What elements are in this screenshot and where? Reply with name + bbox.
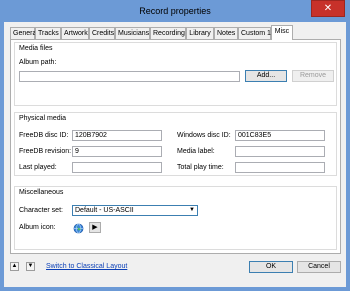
tab-panel-misc: Media files Album path: Add... Remove Ph…: [10, 39, 341, 254]
previous-record-button[interactable]: ▲: [10, 262, 19, 271]
switch-to-classical-layout-link[interactable]: Switch to Classical Layout: [46, 263, 127, 270]
total-play-time-label: Total play time:: [177, 164, 224, 171]
add-button[interactable]: Add...: [245, 70, 287, 82]
media-label-label: Media label:: [177, 148, 215, 155]
next-record-button[interactable]: ▼: [26, 262, 35, 271]
physical-media-title: Physical media: [19, 115, 67, 122]
close-button[interactable]: ✕: [311, 0, 345, 17]
dialog-window: Record properties ✕ General Tracks Artwo…: [0, 0, 350, 291]
globe-icon[interactable]: [73, 223, 84, 234]
cancel-button[interactable]: Cancel: [297, 261, 341, 273]
dialog-client-area: General Tracks Artwork Credits Musicians…: [4, 22, 346, 287]
physical-media-group: Physical media FreeDB disc ID: 120B7902 …: [14, 112, 337, 176]
character-set-label: Character set:: [19, 207, 63, 214]
total-play-time-input[interactable]: [235, 162, 325, 173]
freedb-disc-id-label: FreeDB disc ID:: [19, 132, 69, 139]
remove-button[interactable]: Remove: [292, 70, 334, 82]
freedb-revision-label: FreeDB revision:: [19, 148, 72, 155]
windows-disc-id-input[interactable]: 001C83E5: [235, 130, 325, 141]
miscellaneous-title: Miscellaneous: [19, 189, 64, 196]
windows-disc-id-label: Windows disc ID:: [177, 132, 231, 139]
media-label-input[interactable]: [235, 146, 325, 157]
ok-button[interactable]: OK: [249, 261, 293, 273]
last-played-input[interactable]: [72, 162, 162, 173]
character-set-select[interactable]: Default - US-ASCII ▼: [72, 205, 198, 216]
window-title: Record properties: [139, 6, 211, 16]
tab-misc[interactable]: Misc: [271, 25, 293, 40]
character-set-value: Default - US-ASCII: [75, 207, 134, 214]
last-played-label: Last played:: [19, 164, 57, 171]
play-arrow-icon: ▶: [92, 224, 98, 231]
album-icon-browse-button[interactable]: ▶: [89, 222, 101, 233]
album-path-input[interactable]: [19, 71, 240, 82]
miscellaneous-group: Miscellaneous Character set: Default - U…: [14, 186, 337, 250]
freedb-disc-id-input[interactable]: 120B7902: [72, 130, 162, 141]
album-path-label: Album path:: [19, 59, 57, 66]
chevron-down-icon: ▼: [189, 207, 195, 213]
media-files-group: Media files Album path: Add... Remove: [14, 42, 337, 106]
title-bar[interactable]: Record properties ✕: [0, 0, 350, 22]
media-files-title: Media files: [19, 45, 53, 52]
freedb-revision-input[interactable]: 9: [72, 146, 162, 157]
album-icon-label: Album icon:: [19, 224, 56, 231]
